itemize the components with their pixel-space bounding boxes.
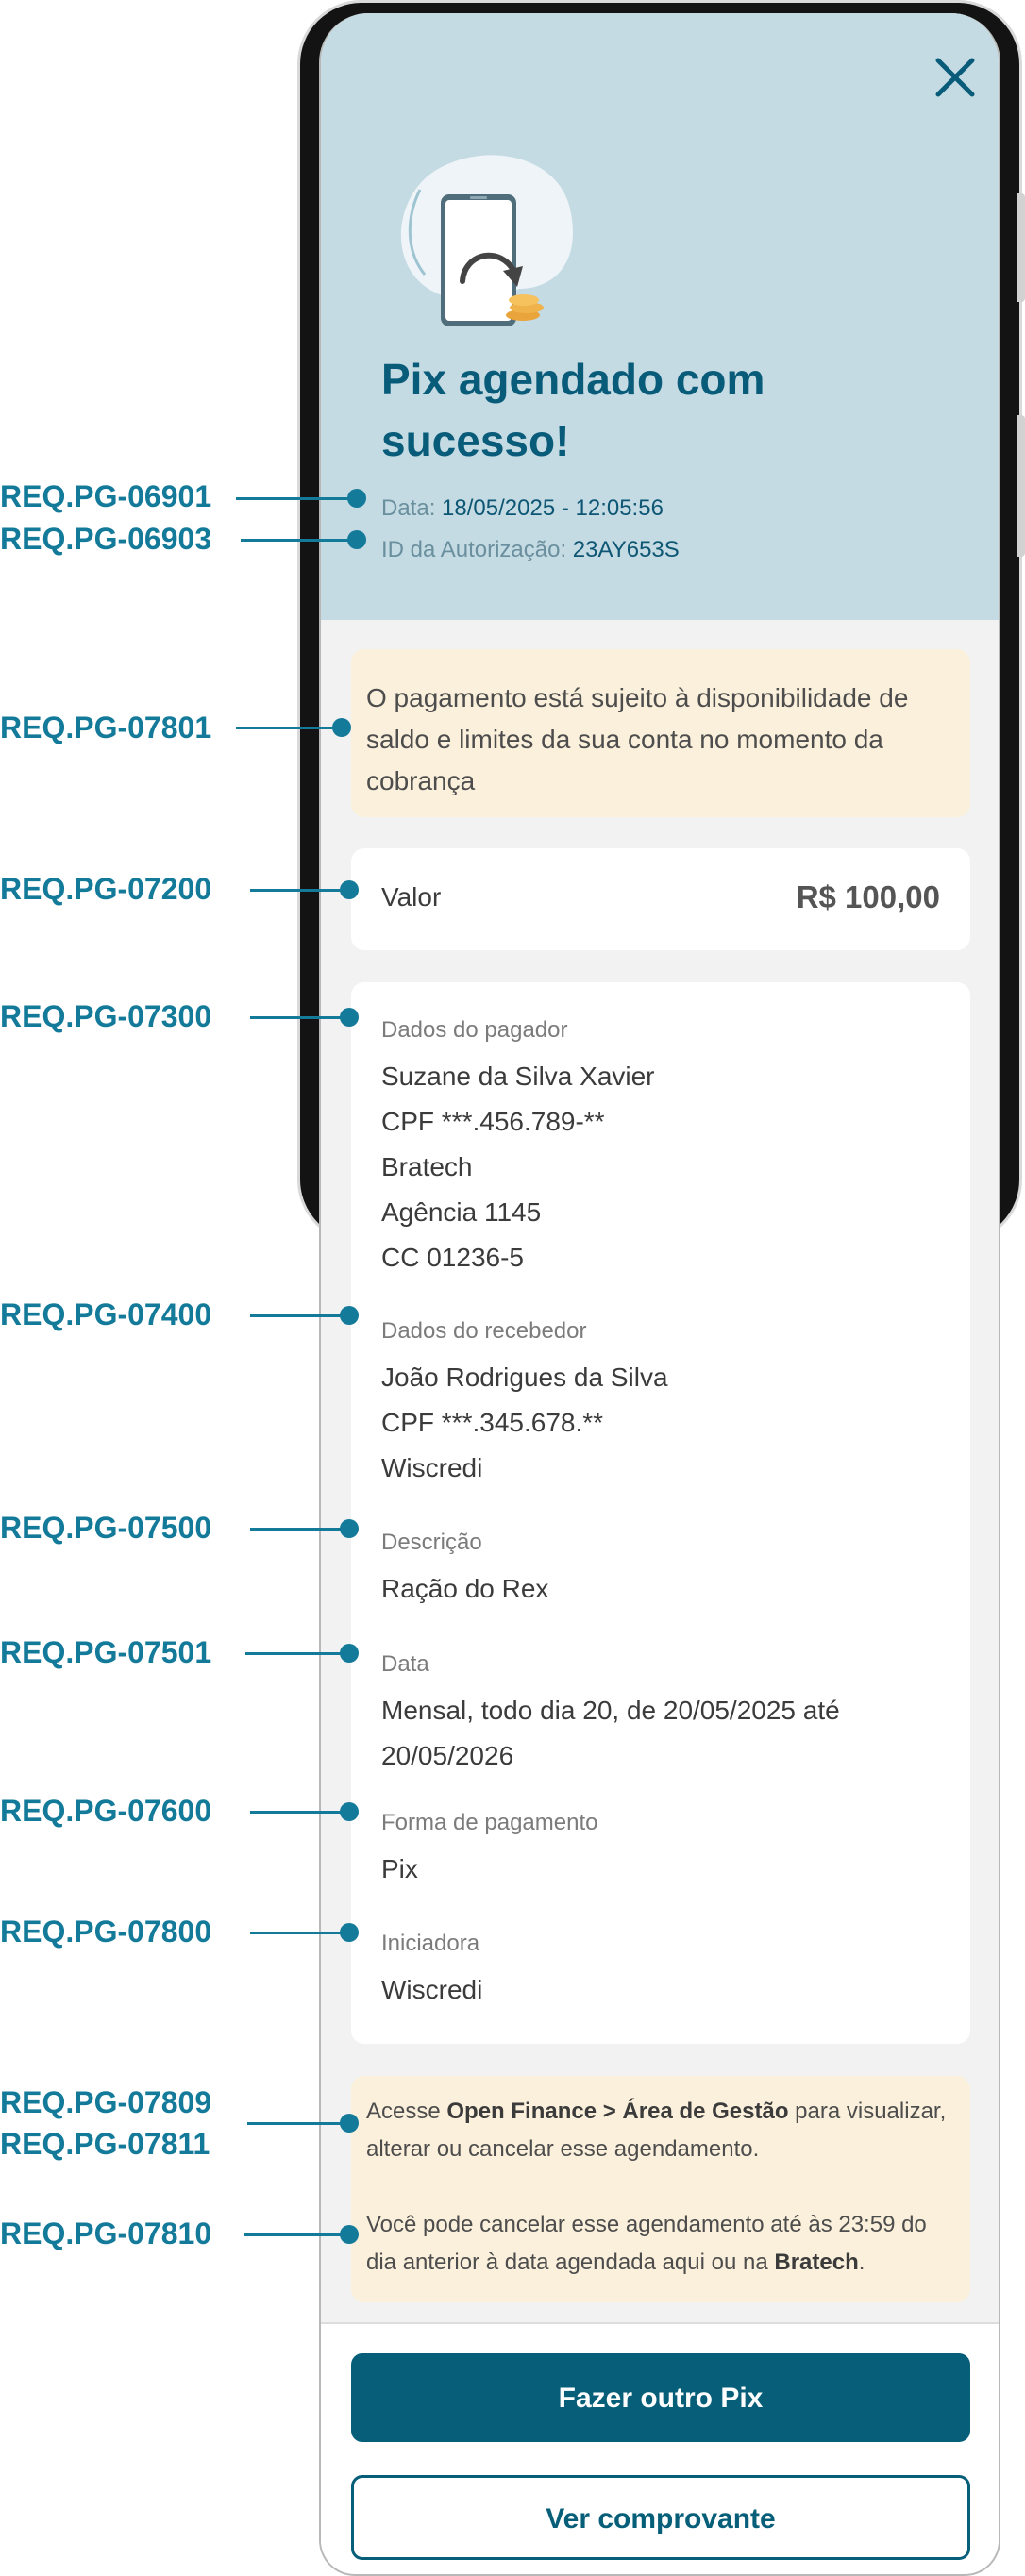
annotation-label: REQ.PG-07501 (0, 1635, 212, 1669)
annotation-line (250, 1932, 354, 1934)
payer-account: CC 01236-5 (381, 1243, 524, 1272)
phone-payment-illustration (400, 155, 573, 326)
annotation-dot (340, 1802, 359, 1821)
annotation-dot (340, 880, 359, 899)
amount-value: R$ 100,00 (796, 879, 940, 914)
annotation-line (250, 889, 354, 892)
payer-info: Suzane da Silva Xavier CPF ***.456.789-*… (381, 1054, 929, 1280)
footer-actions: Fazer outro Pix Ver comprovante (321, 2322, 999, 2574)
new-pix-button[interactable]: Fazer outro Pix (351, 2353, 970, 2442)
annotation-label: REQ.PG-07400 (0, 1297, 212, 1331)
annotation-line (236, 727, 340, 729)
payment-method-text: Pix (381, 1854, 418, 1883)
payment-method-label: Forma de pagamento (381, 1810, 598, 1835)
annotation-line (250, 1811, 354, 1814)
annotation-label: REQ.PG-07500 (0, 1511, 212, 1545)
payer-cpf: CPF ***.456.789-** (381, 1107, 605, 1136)
success-header: Pix agendado com sucesso! Data: 18/05/20… (321, 13, 999, 620)
payer-section-label: Dados do pagador (381, 1017, 568, 1043)
bank-name: Bratech (774, 2250, 859, 2275)
annotation-label: REQ.PG-07811 (0, 2127, 210, 2161)
payer-bank: Bratech (381, 1152, 473, 1181)
recurrence-line-2: 20/05/2026 (381, 1741, 514, 1770)
payer-agency: Agência 1145 (381, 1197, 542, 1227)
annotation-label: REQ.PG-07600 (0, 1794, 212, 1828)
authorization-id-value: 23AY653S (572, 537, 680, 562)
annotation-label: REQ.PG-07801 (0, 711, 212, 744)
annotation-line (250, 1314, 354, 1317)
authorization-id-label: ID da Autorização: (381, 537, 567, 562)
annotation-label: REQ.PG-07200 (0, 872, 212, 906)
annotation-line (250, 1016, 354, 1019)
annotation-dot (340, 2114, 359, 2133)
description-label: Descrição (381, 1530, 482, 1555)
annotation-dot (347, 530, 366, 549)
annotation-label: REQ.PG-06901 (0, 479, 212, 513)
initiator-label: Iniciadora (381, 1931, 480, 1956)
phone-side-button (1017, 415, 1025, 557)
recurrence-line-1: Mensal, todo dia 20, de 20/05/2025 até (381, 1696, 840, 1725)
annotation-label: REQ.PG-06903 (0, 522, 212, 556)
description-value: Ração do Rex (381, 1566, 929, 1612)
date-section-label: Data (381, 1651, 429, 1677)
balance-notice: O pagamento está sujeito à disponibilida… (351, 649, 970, 817)
receiver-info: João Rodrigues da Silva CPF ***.345.678.… (381, 1355, 929, 1491)
phone-side-button (1017, 193, 1025, 302)
annotation-label: REQ.PG-07809 (0, 2085, 212, 2119)
schedule-date: Data: 18/05/2025 - 12:05:56 (381, 495, 664, 522)
authorization-id: ID da Autorização: 23AY653S (381, 537, 680, 563)
date-value: 18/05/2025 - 12:05:56 (442, 495, 664, 521)
initiator-text: Wiscredi (381, 1975, 483, 2004)
annotation-dot (340, 1306, 359, 1325)
annotation-dot (340, 1923, 359, 1942)
annotation-dot (347, 489, 366, 508)
payer-name: Suzane da Silva Xavier (381, 1062, 655, 1091)
management-info: Acesse Open Finance > Área de Gestão par… (351, 2076, 970, 2302)
annotation-dot (340, 1008, 359, 1027)
date-label: Data: (381, 495, 436, 521)
annotation-line (247, 2122, 351, 2125)
annotation-line (245, 1652, 354, 1655)
amount-label: Valor (381, 882, 442, 912)
manage-instructions: Acesse Open Finance > Área de Gestão par… (366, 2099, 947, 2162)
view-receipt-button[interactable]: Ver comprovante (351, 2475, 970, 2560)
page-title: Pix agendado com sucesso! (381, 355, 765, 465)
annotation-label: REQ.PG-07800 (0, 1915, 212, 1949)
cancellation-deadline: Você pode cancelar esse agendamento até … (366, 2212, 927, 2275)
payment-details-card: Dados do pagador Suzane da Silva Xavier … (351, 982, 970, 2044)
annotation-dot (332, 718, 351, 737)
annotation-line (236, 497, 353, 500)
amount-card: Valor R$ 100,00 (351, 848, 970, 950)
open-finance-path: Open Finance > Área de Gestão (446, 2099, 789, 2124)
receiver-name: João Rodrigues da Silva (381, 1363, 668, 1392)
receiver-cpf: CPF ***.345.678.** (381, 1408, 604, 1437)
description-text: Ração do Rex (381, 1574, 549, 1603)
receiver-section-label: Dados do recebedor (381, 1318, 587, 1344)
annotation-label: REQ.PG-07300 (0, 999, 212, 1033)
annotation-line (250, 1528, 354, 1531)
balance-notice-text: O pagamento está sujeito à disponibilida… (366, 683, 909, 795)
annotation-dot (340, 1519, 359, 1538)
annotation-line (244, 2233, 352, 2236)
close-icon (935, 58, 975, 97)
annotation-dot (340, 2225, 359, 2244)
annotation-line (241, 539, 354, 542)
recurrence-info: Mensal, todo dia 20, de 20/05/2025 até 2… (381, 1688, 929, 1779)
close-button[interactable] (925, 47, 985, 108)
annotation-label: REQ.PG-07810 (0, 2216, 212, 2250)
app-screen: Pix agendado com sucesso! Data: 18/05/20… (319, 13, 1000, 2576)
payment-method-value: Pix (381, 1847, 929, 1892)
initiator-value: Wiscredi (381, 1967, 929, 2013)
annotation-dot (340, 1644, 359, 1663)
receiver-bank: Wiscredi (381, 1453, 483, 1482)
